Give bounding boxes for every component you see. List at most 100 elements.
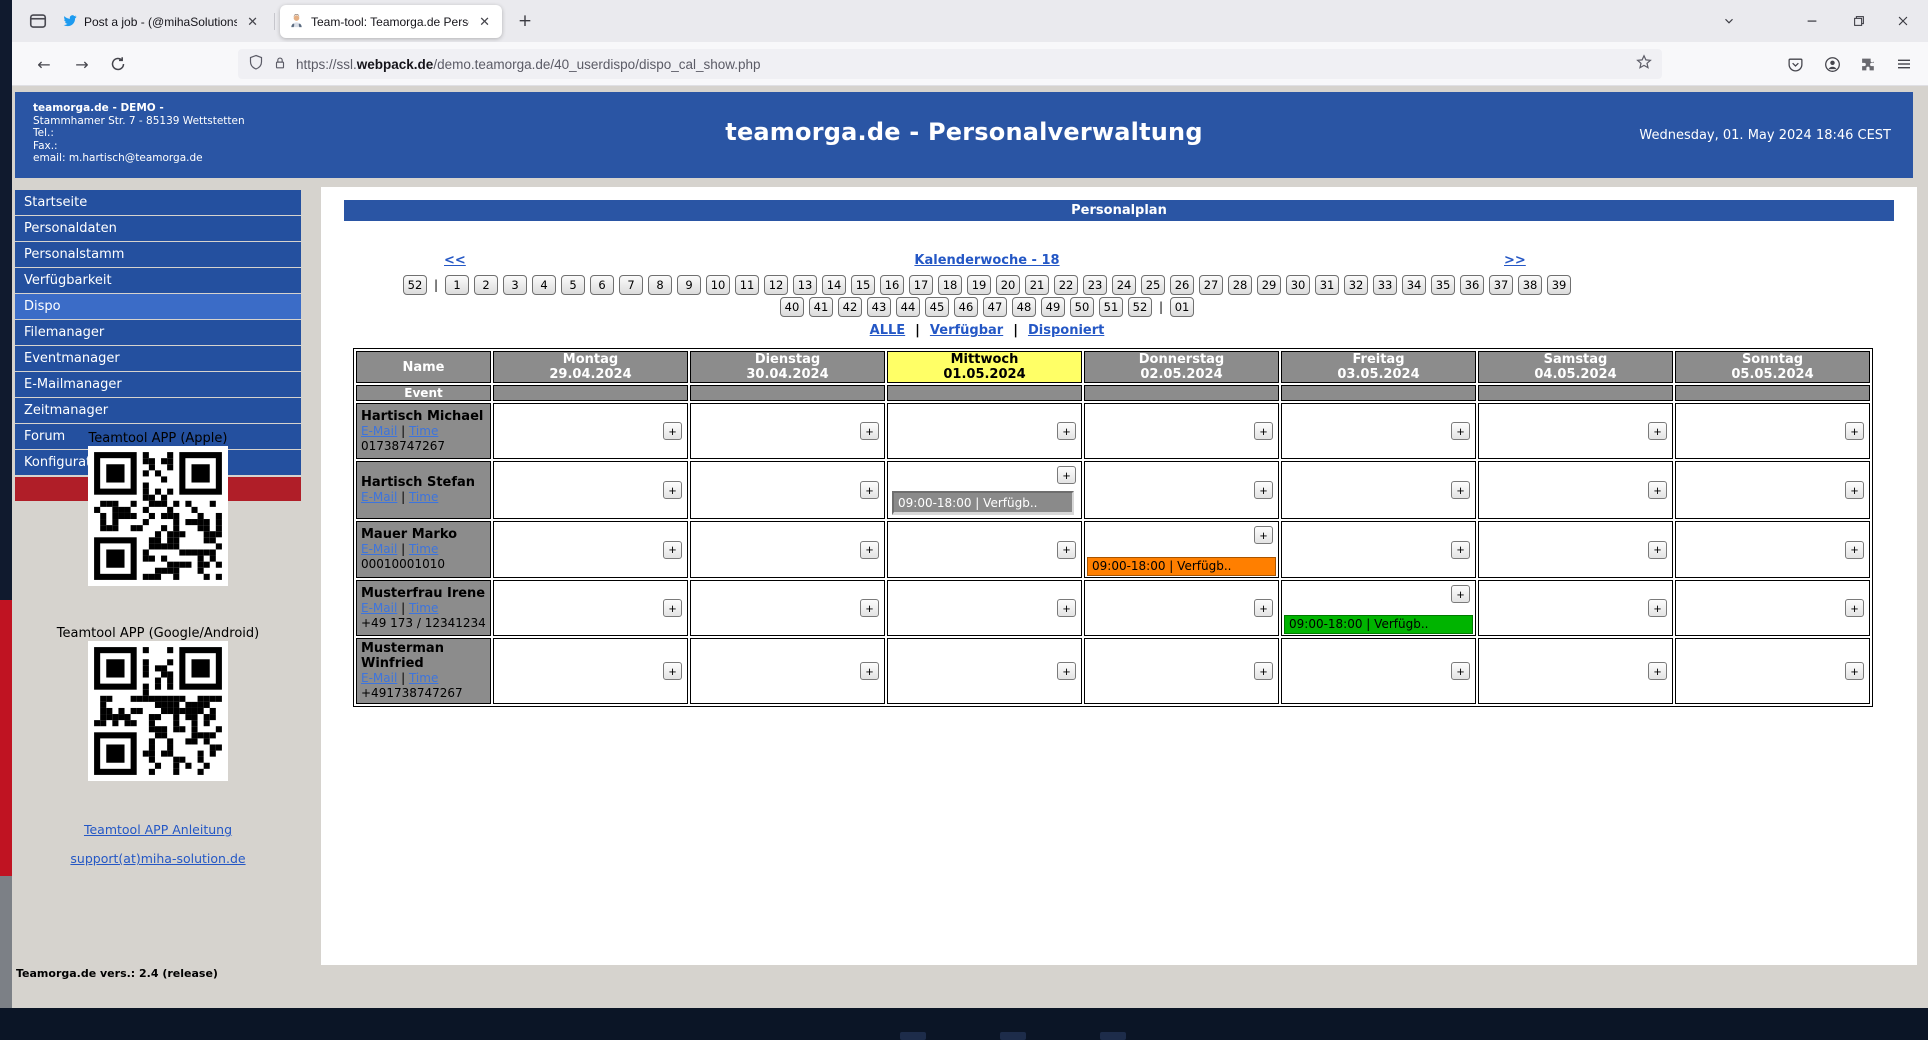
week-button-44[interactable]: 44 [896, 297, 920, 317]
sidebar-item-zeitmanager[interactable]: Zeitmanager [15, 398, 301, 423]
week-button-17[interactable]: 17 [909, 275, 933, 295]
extensions-puzzle-icon[interactable] [1855, 51, 1881, 77]
sidebar-item-eventmanager[interactable]: Eventmanager [15, 346, 301, 371]
add-entry-button[interactable]: + [1254, 481, 1273, 499]
calendar-week-link[interactable]: Kalenderwoche - 18 [847, 253, 1127, 268]
add-entry-button[interactable]: + [1845, 541, 1864, 559]
schedule-cell[interactable]: + [1281, 638, 1476, 704]
add-entry-button[interactable]: + [1451, 662, 1470, 680]
week-button-25[interactable]: 25 [1141, 275, 1165, 295]
person-link-e-mail[interactable]: E-Mail [361, 490, 397, 504]
add-entry-button[interactable]: + [1254, 526, 1273, 544]
add-entry-button[interactable]: + [1057, 466, 1076, 484]
week-button-36[interactable]: 36 [1460, 275, 1484, 295]
tab-close-icon[interactable]: ✕ [476, 13, 493, 30]
add-entry-button[interactable]: + [1845, 662, 1864, 680]
tab-teamorga-active[interactable]: Team-tool: Teamorga.de Person ✕ [280, 5, 502, 38]
week-button-46[interactable]: 46 [954, 297, 978, 317]
week-button-18[interactable]: 18 [938, 275, 962, 295]
add-entry-button[interactable]: + [860, 662, 879, 680]
availability-event[interactable]: 09:00-18:00 | Verfügb.. [1087, 557, 1276, 576]
url-text[interactable]: https://ssl.webpack.de/demo.teamorga.de/… [296, 57, 1627, 72]
schedule-cell[interactable]: + [1084, 580, 1279, 636]
add-entry-button[interactable]: + [1057, 422, 1076, 440]
week-button-19[interactable]: 19 [967, 275, 991, 295]
schedule-cell[interactable]: + [1478, 580, 1673, 636]
week-button-30[interactable]: 30 [1286, 275, 1310, 295]
sidebar-item-personaldaten[interactable]: Personaldaten [15, 216, 301, 241]
sidebar-item-verfügbarkeit[interactable]: Verfügbarkeit [15, 268, 301, 293]
add-entry-button[interactable]: + [1648, 481, 1667, 499]
schedule-cell[interactable]: + [493, 638, 688, 704]
week-button-33[interactable]: 33 [1373, 275, 1397, 295]
schedule-cell[interactable]: + [1084, 403, 1279, 459]
previous-week-link[interactable]: << [444, 253, 466, 268]
week-button-45[interactable]: 45 [925, 297, 949, 317]
add-entry-button[interactable]: + [1057, 662, 1076, 680]
schedule-cell[interactable]: + [1084, 638, 1279, 704]
add-entry-button[interactable]: + [1057, 541, 1076, 559]
week-button-20[interactable]: 20 [996, 275, 1020, 295]
schedule-cell[interactable]: + [1675, 521, 1870, 578]
week-button-3[interactable]: 3 [503, 275, 527, 295]
schedule-cell[interactable]: + [1281, 521, 1476, 578]
firefox-view-icon[interactable] [28, 11, 48, 31]
add-entry-button[interactable]: + [860, 481, 879, 499]
schedule-cell[interactable]: + [1675, 638, 1870, 704]
add-entry-button[interactable]: + [1254, 599, 1273, 617]
schedule-cell[interactable]: + [887, 638, 1082, 704]
filter-verfügbar[interactable]: Verfügbar [930, 323, 1003, 338]
sidebar-item-personalstamm[interactable]: Personalstamm [15, 242, 301, 267]
schedule-cell[interactable]: + [1478, 521, 1673, 578]
add-entry-button[interactable]: + [663, 541, 682, 559]
week-button-4[interactable]: 4 [532, 275, 556, 295]
add-entry-button[interactable]: + [1648, 599, 1667, 617]
availability-event[interactable]: 09:00-18:00 | Verfügb.. [1284, 615, 1473, 634]
week-button-22[interactable]: 22 [1054, 275, 1078, 295]
add-entry-button[interactable]: + [1057, 599, 1076, 617]
week-button-34[interactable]: 34 [1402, 275, 1426, 295]
tab-close-icon[interactable]: ✕ [244, 13, 261, 30]
week-button-27[interactable]: 27 [1199, 275, 1223, 295]
week-button-42[interactable]: 42 [838, 297, 862, 317]
add-entry-button[interactable]: + [860, 541, 879, 559]
forward-button[interactable]: → [68, 50, 96, 78]
support-email-link[interactable]: support(at)miha-solution.de [15, 851, 301, 866]
add-entry-button[interactable]: + [1254, 662, 1273, 680]
teamtool-anleitung-link[interactable]: Teamtool APP Anleitung [15, 822, 301, 837]
week-button-10[interactable]: 10 [706, 275, 730, 295]
sidebar-item-filemanager[interactable]: Filemanager [15, 320, 301, 345]
week-button-52[interactable]: 52 [1128, 297, 1152, 317]
add-entry-button[interactable]: + [1845, 422, 1864, 440]
week-button-51[interactable]: 51 [1099, 297, 1123, 317]
window-restore-button[interactable] [1838, 0, 1880, 42]
schedule-cell[interactable]: + [493, 403, 688, 459]
week-button-01[interactable]: 01 [1170, 297, 1194, 317]
add-entry-button[interactable]: + [1845, 599, 1864, 617]
schedule-cell[interactable]: + [690, 403, 885, 459]
person-link-time[interactable]: Time [409, 601, 438, 615]
week-button-41[interactable]: 41 [809, 297, 833, 317]
week-button-8[interactable]: 8 [648, 275, 672, 295]
week-button-13[interactable]: 13 [793, 275, 817, 295]
week-button-28[interactable]: 28 [1228, 275, 1252, 295]
schedule-cell[interactable]: +09:00-18:00 | Verfügb.. [1084, 521, 1279, 578]
schedule-cell[interactable]: + [1675, 461, 1870, 519]
url-bar[interactable]: https://ssl.webpack.de/demo.teamorga.de/… [238, 49, 1662, 79]
person-link-time[interactable]: Time [409, 424, 438, 438]
sidebar-item-dispo[interactable]: Dispo [15, 294, 301, 319]
schedule-cell[interactable]: + [493, 580, 688, 636]
schedule-cell[interactable]: + [690, 461, 885, 519]
week-button-5[interactable]: 5 [561, 275, 585, 295]
schedule-cell[interactable]: + [493, 461, 688, 519]
add-entry-button[interactable]: + [663, 662, 682, 680]
person-link-e-mail[interactable]: E-Mail [361, 601, 397, 615]
add-entry-button[interactable]: + [1451, 481, 1470, 499]
person-link-e-mail[interactable]: E-Mail [361, 424, 397, 438]
list-tabs-chevron-icon[interactable] [1708, 0, 1750, 42]
filter-disponiert[interactable]: Disponiert [1028, 323, 1104, 338]
lock-icon[interactable] [273, 55, 287, 74]
add-entry-button[interactable]: + [1451, 422, 1470, 440]
week-button-52[interactable]: 52 [403, 275, 427, 295]
filter-alle[interactable]: ALLE [870, 323, 906, 338]
